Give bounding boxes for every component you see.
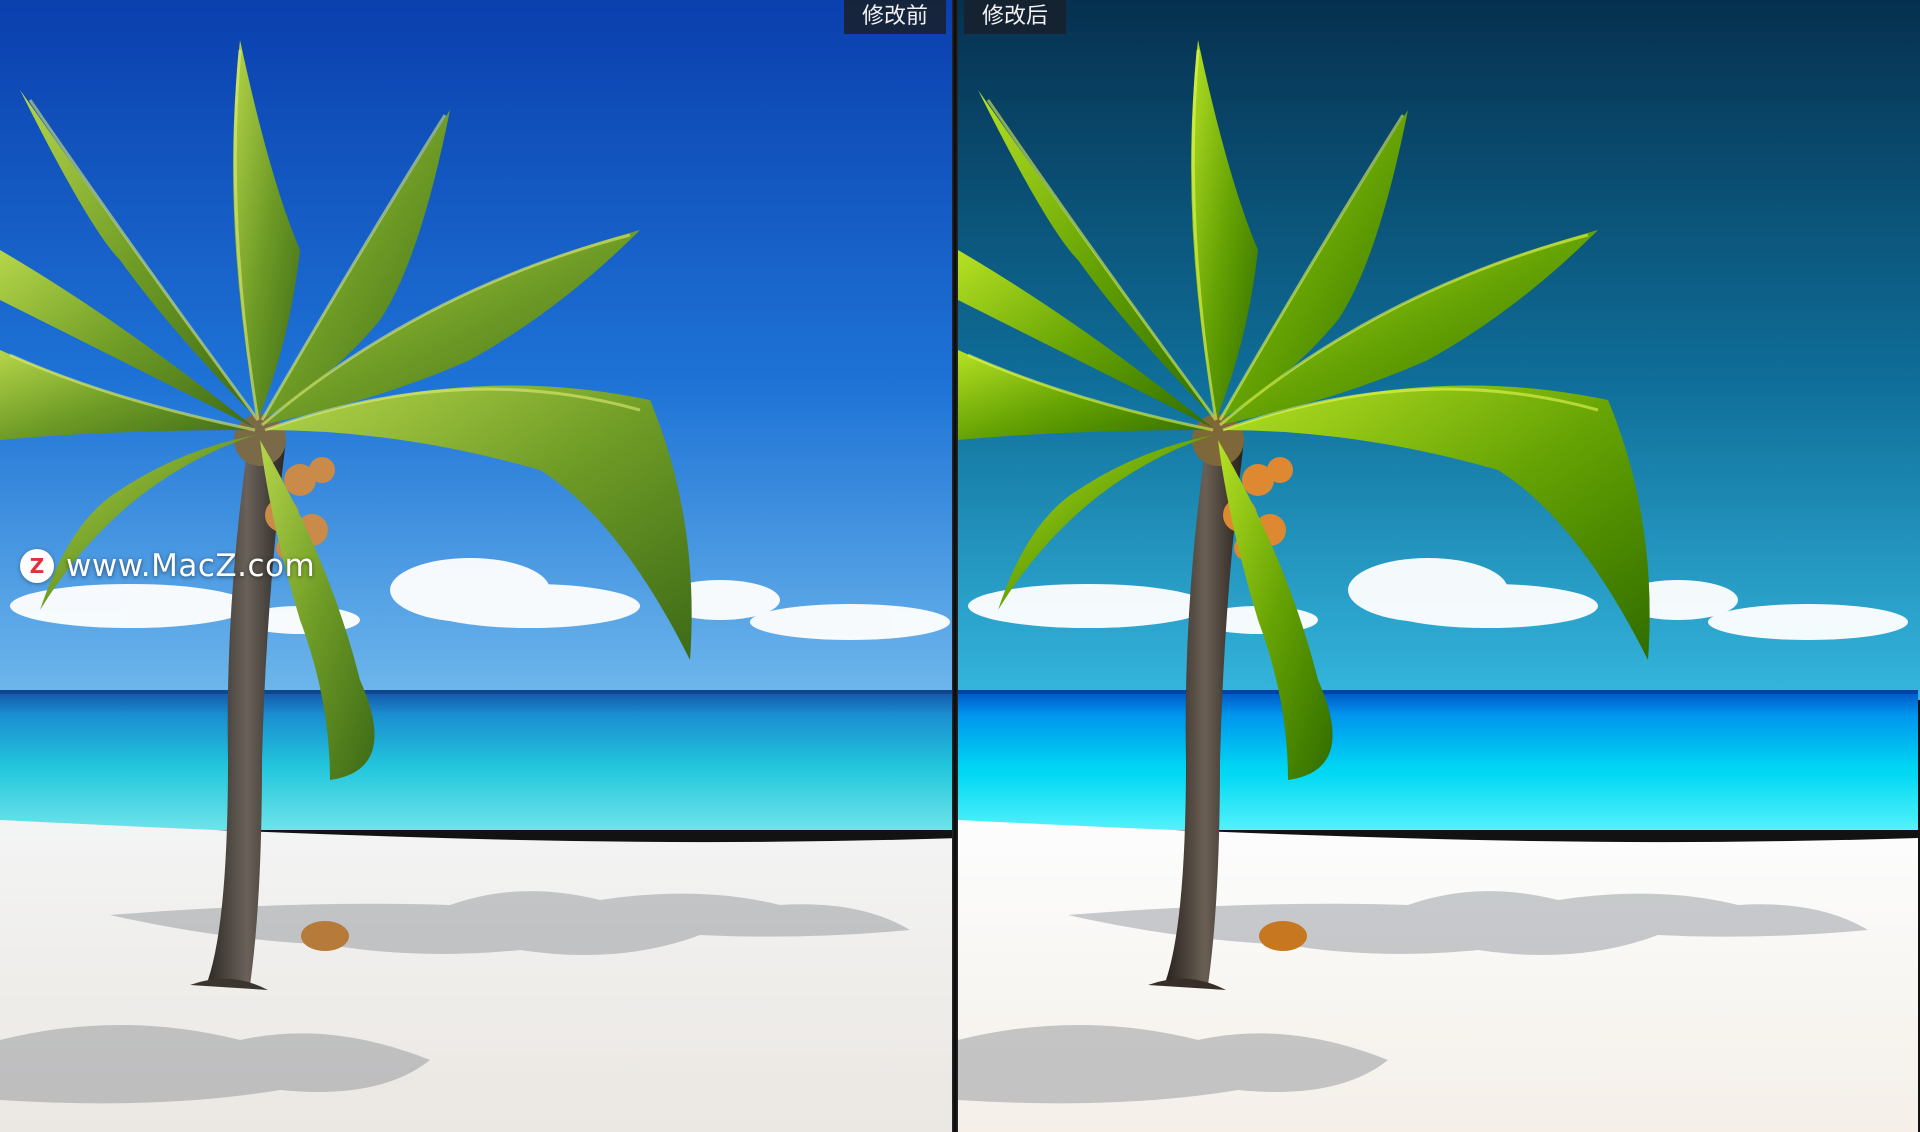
logo-letter: Z — [29, 554, 45, 578]
after-panel: 修改后 — [958, 0, 1920, 1132]
after-label: 修改后 — [964, 0, 1067, 34]
macz-logo-icon: Z — [20, 549, 54, 583]
after-image — [958, 0, 1920, 1132]
watermark: Z www.MacZ.com — [20, 546, 315, 586]
before-panel: 修改前 Z www.MacZ.com — [0, 0, 952, 1132]
before-label: 修改前 — [843, 0, 946, 34]
before-after-compare-view: 修改前 Z www.MacZ.com 修改后 — [0, 0, 1920, 1132]
watermark-text: www.MacZ.com — [66, 548, 316, 584]
